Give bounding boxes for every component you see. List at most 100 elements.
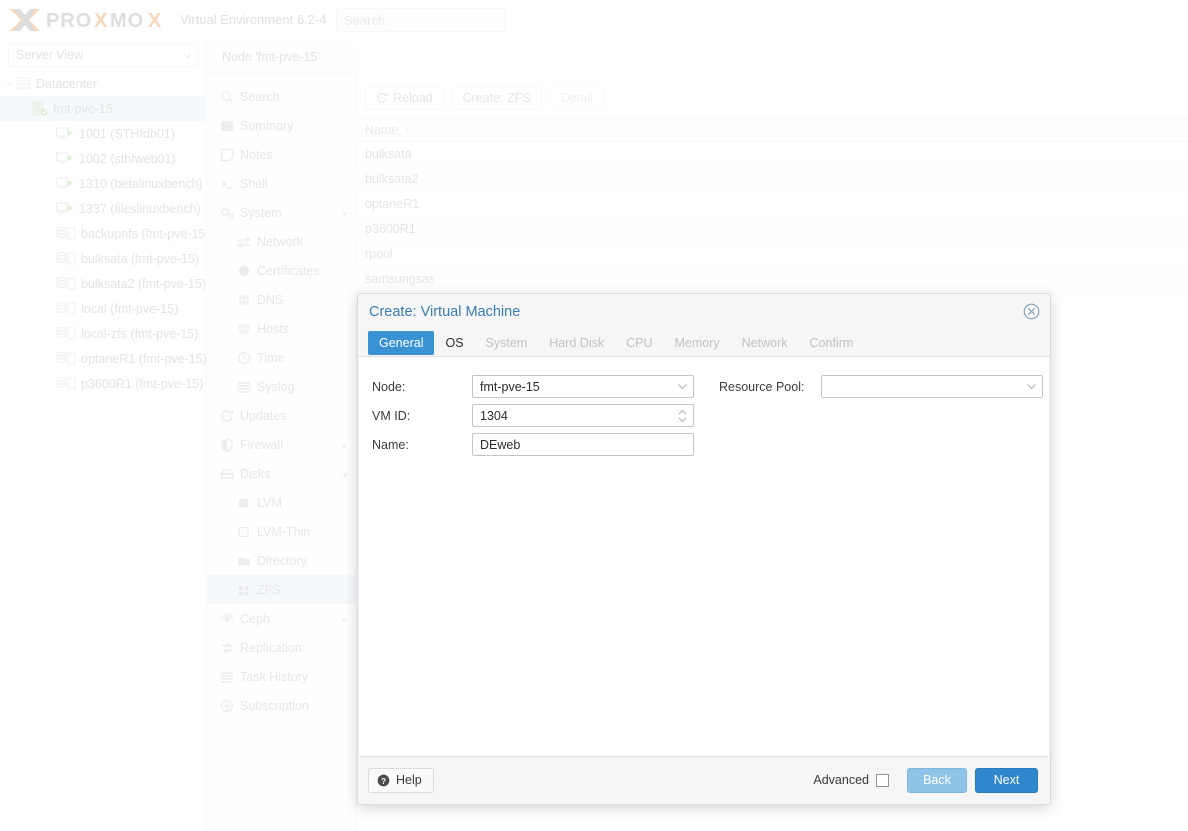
svg-text:MO: MO	[110, 10, 144, 32]
nav-item-task-history[interactable]: Task History	[207, 662, 357, 691]
dialog-tab-cpu[interactable]: CPU	[615, 331, 663, 355]
dialog-tab-os[interactable]: OS	[434, 331, 474, 355]
nav-item-time[interactable]: Time	[207, 343, 357, 372]
resource-pool-select[interactable]	[821, 375, 1043, 398]
advanced-checkbox[interactable]	[876, 774, 889, 787]
nav-item-disks[interactable]: Disks▾	[207, 459, 357, 488]
search-input[interactable]: Search	[336, 8, 506, 32]
chevron-right-icon[interactable]: ▸	[342, 441, 347, 452]
dialog-tab-system[interactable]: System	[475, 331, 539, 355]
spinner-updown-icon[interactable]	[677, 405, 688, 426]
dialog-tab-label: Network	[742, 336, 788, 350]
node-nav-title: Node 'fmt-pve-15'	[207, 41, 357, 73]
tree-item-label: 1337 (fileslinuxbench)	[79, 202, 201, 216]
chevron-down-icon[interactable]: ▾	[342, 470, 347, 481]
dialog-tab-strip[interactable]: General OSSystemHard DiskCPUMemory Network…	[358, 329, 1050, 357]
create-zfs-button[interactable]: Create: ZFS	[452, 86, 542, 110]
tree-item-1002[interactable]: 1002 (sthfweb01)	[0, 146, 206, 171]
tree-item-datacenter[interactable]: Datacenter	[0, 71, 206, 96]
nav-item-shell[interactable]: Shell	[207, 169, 357, 198]
detail-button[interactable]: Detail	[550, 86, 604, 110]
help-button-label: Help	[396, 773, 422, 787]
tree-item-label: 1310 (betalinuxbench)	[79, 177, 203, 191]
grid-column-header-name[interactable]: Name ↑	[357, 117, 1188, 142]
tree-item-optaner1[interactable]: optaneR1 (fmt-pve-15)	[0, 346, 206, 371]
back-button-label: Back	[923, 773, 951, 787]
tree-item-bulksata[interactable]: bulksata (fmt-pve-15)	[0, 246, 206, 271]
dialog-tab-confirm[interactable]: Confirm	[799, 331, 865, 355]
nav-item-ceph[interactable]: Ceph▸	[207, 604, 357, 633]
dialog-tab-memory[interactable]: Memory	[664, 331, 731, 355]
close-circle-icon[interactable]	[1023, 303, 1040, 320]
system-gears-icon	[220, 206, 238, 220]
nav-item-notes[interactable]: Notes	[207, 140, 357, 169]
nav-item-label: Network	[257, 235, 303, 249]
chevron-down-icon[interactable]	[20, 105, 32, 113]
node-select[interactable]: fmt-pve-15	[472, 375, 694, 398]
nav-item-search[interactable]: Search	[207, 82, 357, 111]
vm-name-input[interactable]: DEweb	[472, 433, 694, 456]
reload-button-label: Reload	[393, 91, 433, 105]
next-button[interactable]: Next	[975, 768, 1038, 793]
node-field-label: Node:	[372, 380, 472, 394]
table-row[interactable]: optaneR1	[357, 192, 1188, 217]
create-zfs-button-label: Create: ZFS	[463, 91, 531, 105]
tree-item-fmt-pve-15[interactable]: fmt-pve-15	[0, 96, 206, 121]
tree-item-1337[interactable]: 1337 (fileslinuxbench)	[0, 196, 206, 221]
nav-item-label: Syslog	[257, 380, 295, 394]
vmid-field-row: VM ID: 1304	[372, 404, 694, 427]
back-button[interactable]: Back	[907, 768, 967, 793]
dialog-tab-general[interactable]: General	[368, 331, 434, 355]
chevron-down-icon[interactable]: ▾	[342, 209, 347, 220]
advanced-toggle[interactable]: Advanced	[813, 773, 889, 787]
virtual-environment-version: Virtual Environment 6.2-4	[180, 12, 326, 27]
nav-item-replication[interactable]: Replication	[207, 633, 357, 662]
proxmox-logo[interactable]: PRO X MO X	[8, 6, 178, 34]
zfs-pool-grid[interactable]: bulksatabulksata2optaneR1p3600R1rpoolsam…	[357, 142, 1188, 292]
nav-item-network[interactable]: Network	[207, 227, 357, 256]
nav-item-directory[interactable]: Directory	[207, 546, 357, 575]
tree-item-local[interactable]: local (fmt-pve-15)	[0, 296, 206, 321]
qemu-vm-icon	[56, 176, 74, 191]
nav-item-syslog[interactable]: Syslog	[207, 372, 357, 401]
tree-item-label: 1001 (STHfdb01)	[79, 127, 175, 141]
dialog-tab-hard-disk[interactable]: Hard Disk	[538, 331, 615, 355]
node-field-row: Node: fmt-pve-15	[372, 375, 694, 398]
table-row[interactable]: bulksata	[357, 142, 1188, 167]
tree-item-backupnfs[interactable]: backupnfs (fmt-pve-15)	[0, 221, 206, 246]
nav-item-lvm-thin[interactable]: LVM-Thin	[207, 517, 357, 546]
nav-item-zfs[interactable]: ZFS	[207, 575, 357, 604]
chevron-down-icon[interactable]	[4, 80, 16, 88]
help-button[interactable]: ? Help	[368, 768, 434, 793]
tree-item-local-zfs[interactable]: local-zfs (fmt-pve-15)	[0, 321, 206, 346]
table-row[interactable]: samsungsas	[357, 267, 1188, 292]
view-selector[interactable]: Server View	[8, 44, 199, 67]
dialog-tab-network[interactable]: Network	[731, 331, 799, 355]
nav-item-updates[interactable]: Updates	[207, 401, 357, 430]
table-row[interactable]: p3600R1	[357, 217, 1188, 242]
nav-item-certificates[interactable]: Certificates	[207, 256, 357, 285]
tree-item-1001[interactable]: 1001 (STHfdb01)	[0, 121, 206, 146]
server-tree[interactable]: Datacenterfmt-pve-15 1001 (STHfdb01) 1002 …	[0, 71, 206, 831]
node-nav-list[interactable]: SearchSummaryNotesShellSystem▾ Network Cer…	[207, 82, 357, 720]
next-button-label: Next	[994, 773, 1020, 787]
chevron-right-icon[interactable]: ▸	[342, 615, 347, 626]
dialog-tab-label: General	[379, 336, 423, 350]
nav-item-summary[interactable]: Summary	[207, 111, 357, 140]
tree-item-1310[interactable]: 1310 (betalinuxbench)	[0, 171, 206, 196]
nav-item-lvm[interactable]: LVM	[207, 488, 357, 517]
table-row[interactable]: bulksata2	[357, 167, 1188, 192]
vmid-field-label: VM ID:	[372, 409, 472, 423]
nav-item-subscription[interactable]: Subscription	[207, 691, 357, 720]
tree-item-label: local (fmt-pve-15)	[81, 302, 178, 316]
nav-item-firewall[interactable]: Firewall▸	[207, 430, 357, 459]
nav-item-system[interactable]: System▾	[207, 198, 357, 227]
tree-item-bulksata2[interactable]: bulksata2 (fmt-pve-15)	[0, 271, 206, 296]
reload-button[interactable]: Reload	[365, 86, 444, 110]
nav-item-hosts[interactable]: Hosts	[207, 314, 357, 343]
tree-item-p3600r1[interactable]: p3600R1 (fmt-pve-15)	[0, 371, 206, 396]
nav-item-label: Task History	[240, 670, 308, 684]
table-row[interactable]: rpool	[357, 242, 1188, 267]
vmid-spinner-input[interactable]: 1304	[472, 404, 694, 427]
nav-item-dns[interactable]: DNS	[207, 285, 357, 314]
